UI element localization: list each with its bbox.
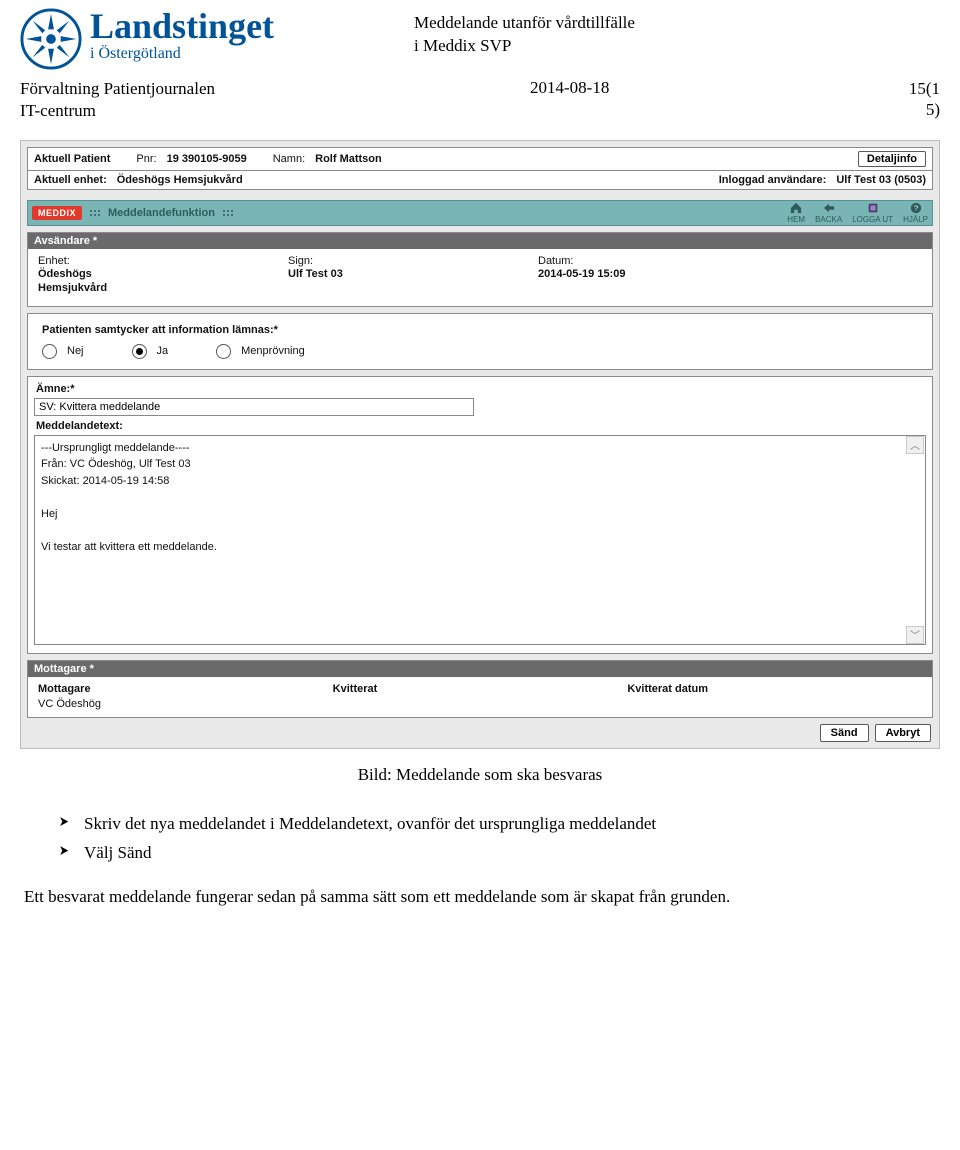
toolbar-home-button[interactable]: HEM	[787, 202, 805, 224]
col-kvitterat-datum: Kvitterat datum	[627, 683, 922, 695]
label-enhet: Enhet:	[38, 255, 258, 267]
scroll-down-icon[interactable]: ﹀	[906, 626, 924, 644]
toolbar: MEDDIX Meddelandefunktion HEM BACKA LOGG…	[27, 200, 933, 226]
doc-title-line2: i Meddix SVP	[414, 35, 940, 58]
label-inloggad: Inloggad användare:	[719, 174, 827, 186]
logo-text-line2: i Östergötland	[90, 46, 274, 62]
value-sign: Ulf Test 03	[288, 267, 508, 281]
radio-icon	[216, 344, 231, 359]
radio-nej[interactable]: Nej	[42, 344, 84, 359]
help-icon: ?	[909, 202, 923, 214]
bullet-2: Välj Sänd	[58, 840, 940, 866]
consent-section: Patienten samtycker att information lämn…	[27, 313, 933, 370]
bullet-1: Skriv det nya meddelandet i Meddelandete…	[58, 811, 940, 837]
document-title: Meddelande utanför vårdtillfälle i Meddi…	[294, 8, 940, 58]
consent-label: Patienten samtycker att information lämn…	[42, 324, 918, 336]
toolbar-back-button[interactable]: BACKA	[815, 202, 842, 224]
document-header: Landstinget i Östergötland Meddelande ut…	[20, 8, 940, 70]
sender-section-title: Avsändare *	[28, 233, 932, 249]
svg-text:?: ?	[913, 204, 917, 213]
recipient-row: VC Ödeshög	[38, 697, 922, 711]
label-sign: Sign:	[288, 255, 508, 267]
doc-date: 2014-08-18	[280, 78, 880, 98]
label-aktuell-enhet: Aktuell enhet:	[34, 174, 107, 186]
message-textarea[interactable]: ---Ursprungligt meddelande---- Från: VC …	[34, 435, 926, 645]
sender-section: Avsändare * Enhet: Ödeshögs Hemsjukvård …	[27, 232, 933, 307]
recipient-name: VC Ödeshög	[38, 698, 333, 710]
toolbar-logout-button[interactable]: LOGGA UT	[852, 202, 893, 224]
detaljinfo-button[interactable]: Detaljinfo	[858, 151, 926, 167]
figure-caption: Bild: Meddelande som ska besvaras	[20, 765, 940, 785]
subject-input[interactable]	[34, 398, 474, 416]
grip-icon	[223, 210, 233, 216]
col-kvitterat: Kvitterat	[333, 683, 628, 695]
col-mottagare: Mottagare	[38, 683, 333, 695]
grip-icon	[90, 210, 100, 216]
dept-line1: Förvaltning Patientjournalen	[20, 78, 280, 100]
doc-page-number: 15(1 5)	[880, 78, 940, 121]
logout-icon	[866, 202, 880, 214]
label-aktuell-patient: Aktuell Patient	[34, 153, 110, 165]
toolbar-title: Meddelandefunktion	[108, 207, 215, 219]
value-avsandare-enhet: Ödeshögs Hemsjukvård	[38, 267, 258, 296]
logo-text-line1: Landstinget	[90, 8, 274, 44]
meddix-screenshot: Aktuell Patient Pnr: 19 390105-9059 Namn…	[20, 140, 940, 749]
paragraph: Ett besvarat meddelande fungerar sedan p…	[24, 884, 940, 910]
patient-info-box: Aktuell Patient Pnr: 19 390105-9059 Namn…	[27, 147, 933, 190]
label-datum: Datum:	[538, 255, 922, 267]
label-name: Namn:	[273, 153, 305, 165]
logo: Landstinget i Östergötland	[20, 8, 274, 70]
radio-ja[interactable]: Ja	[132, 344, 169, 359]
dept-line2: IT-centrum	[20, 100, 280, 122]
subject-section: Ämne:* Meddelandetext: ---Ursprungligt m…	[27, 376, 933, 654]
instruction-text: Skriv det nya meddelandet i Meddelandete…	[20, 811, 940, 910]
cancel-button[interactable]: Avbryt	[875, 724, 931, 742]
value-name: Rolf Mattson	[315, 153, 382, 165]
doc-title-line1: Meddelande utanför vårdtillfälle	[414, 12, 940, 35]
radio-menprovning[interactable]: Menprövning	[216, 344, 305, 359]
meddix-badge: MEDDIX	[32, 206, 82, 220]
radio-icon	[132, 344, 147, 359]
value-pnr: 19 390105-9059	[167, 153, 247, 165]
landstinget-logo-icon	[20, 8, 82, 70]
document-meta: Förvaltning Patientjournalen IT-centrum …	[20, 78, 940, 122]
label-amne: Ämne:*	[36, 383, 926, 395]
send-button[interactable]: Sänd	[820, 724, 869, 742]
recipients-section: Mottagare * Mottagare Kvitterat Kvittera…	[27, 660, 933, 718]
radio-icon	[42, 344, 57, 359]
scroll-up-icon[interactable]: ︿	[906, 436, 924, 454]
value-datum: 2014-05-19 15:09	[538, 267, 922, 281]
back-icon	[822, 202, 836, 214]
recipients-section-title: Mottagare *	[28, 661, 932, 677]
toolbar-help-button[interactable]: ? HJÄLP	[903, 202, 928, 224]
value-user: Ulf Test 03 (0503)	[836, 174, 926, 186]
label-pnr: Pnr:	[136, 153, 156, 165]
home-icon	[789, 202, 803, 214]
value-enhet: Ödeshögs Hemsjukvård	[117, 174, 243, 186]
label-meddelandetext: Meddelandetext:	[36, 420, 926, 432]
